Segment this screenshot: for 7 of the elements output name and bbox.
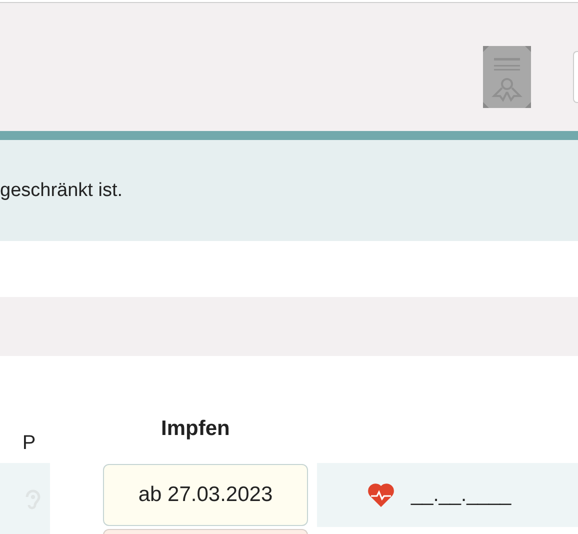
info-text: geschränkt ist. (0, 180, 122, 202)
date-button[interactable]: ab 27.03.2023 (103, 464, 308, 526)
certificate-icon[interactable] (483, 46, 531, 108)
heart-icon (367, 482, 395, 508)
date-input[interactable]: __.__.____ (411, 484, 512, 506)
column-header: P (21, 432, 37, 456)
column-header: Impfen (161, 417, 230, 442)
